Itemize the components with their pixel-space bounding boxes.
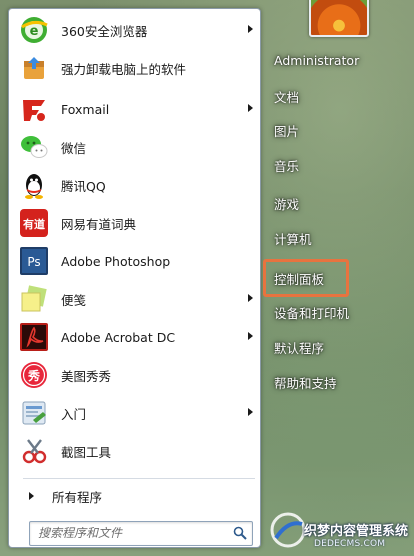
360-browser-icon: e [18,14,50,46]
search-icon[interactable] [233,526,247,540]
right-item-administrator[interactable]: Administrator [266,48,400,72]
program-item-acrobat[interactable]: Adobe Acrobat DC [15,319,259,355]
photoshop-icon: Ps [18,245,50,277]
menu-separator [23,478,255,479]
right-item-help-support[interactable]: 帮助和支持 [266,370,400,394]
sticky-notes-icon [18,283,50,315]
all-programs-button[interactable]: 所有程序 [19,485,255,507]
right-item-pictures[interactable]: 图片 [266,118,400,142]
right-item-default-programs[interactable]: 默认程序 [266,335,400,359]
submenu-arrow-icon[interactable] [248,408,253,416]
right-item-computer[interactable]: 计算机 [266,226,400,250]
program-item-photoshop[interactable]: Ps Adobe Photoshop [15,243,259,279]
submenu-arrow-icon[interactable] [248,294,253,302]
svg-text:e: e [30,24,39,39]
svg-text:有道: 有道 [23,217,45,231]
program-item-qq[interactable]: 腾讯QQ [15,167,259,203]
program-label: 入门 [61,406,87,422]
program-label: Adobe Photoshop [61,253,171,269]
program-label: 腾讯QQ [61,178,106,194]
highlight-box [263,259,349,297]
search-box[interactable] [29,521,253,546]
wechat-icon [18,131,50,163]
search-input[interactable] [30,522,228,543]
right-item-music[interactable]: 音乐 [266,153,400,177]
snipping-tool-icon [18,435,50,467]
program-item-snipping-tool[interactable]: 截图工具 [15,433,259,469]
program-item-wechat[interactable]: 微信 [15,129,259,165]
qq-icon [18,169,50,201]
watermark-logo [270,512,306,548]
program-label: 360安全浏览器 [61,23,148,39]
program-item-360-browser[interactable]: e 360安全浏览器 [15,12,259,48]
program-label: 微信 [61,140,87,156]
expand-arrow-icon [29,492,34,500]
program-label: Foxmail [61,101,110,117]
user-avatar[interactable] [309,0,369,37]
watermark-url: DEDECMS.COM [314,539,386,549]
program-label: 美图秀秀 [61,368,112,384]
watermark-text: 织梦内容管理系统 [304,524,409,539]
programs-pane: e 360安全浏览器 强力卸载电脑上的软件 Foxmail 微信 腾讯QQ 有道… [8,8,261,548]
program-label: 便笺 [61,292,87,308]
program-label: Adobe Acrobat DC [61,329,176,345]
youdao-dict-icon: 有道 [18,207,50,239]
program-item-youdao[interactable]: 有道 网易有道词典 [15,205,259,241]
program-item-getting-started[interactable]: 入门 [15,395,259,431]
program-item-meitu[interactable]: 秀 美图秀秀 [15,357,259,393]
program-label: 网易有道词典 [61,216,137,232]
submenu-arrow-icon[interactable] [248,104,253,112]
right-item-documents[interactable]: 文档 [266,84,400,108]
all-programs-label: 所有程序 [52,489,103,505]
submenu-arrow-icon[interactable] [248,25,253,33]
acrobat-icon [18,321,50,353]
program-item-sticky-notes[interactable]: 便笺 [15,281,259,317]
program-label: 截图工具 [61,444,112,460]
program-label: 强力卸载电脑上的软件 [61,61,187,77]
getting-started-icon [18,397,50,429]
program-item-uninstaller[interactable]: 强力卸载电脑上的软件 [15,50,259,86]
svg-text:Ps: Ps [27,255,40,269]
uninstaller-icon [18,52,50,84]
program-item-foxmail[interactable]: Foxmail [15,91,259,127]
right-item-devices-printers[interactable]: 设备和打印机 [266,300,400,324]
start-menu: e 360安全浏览器 强力卸载电脑上的软件 Foxmail 微信 腾讯QQ 有道… [0,0,414,556]
svg-text:秀: 秀 [27,368,41,383]
right-item-games[interactable]: 游戏 [266,191,400,215]
meitu-icon: 秀 [18,359,50,391]
submenu-arrow-icon[interactable] [248,332,253,340]
foxmail-icon [18,93,50,125]
